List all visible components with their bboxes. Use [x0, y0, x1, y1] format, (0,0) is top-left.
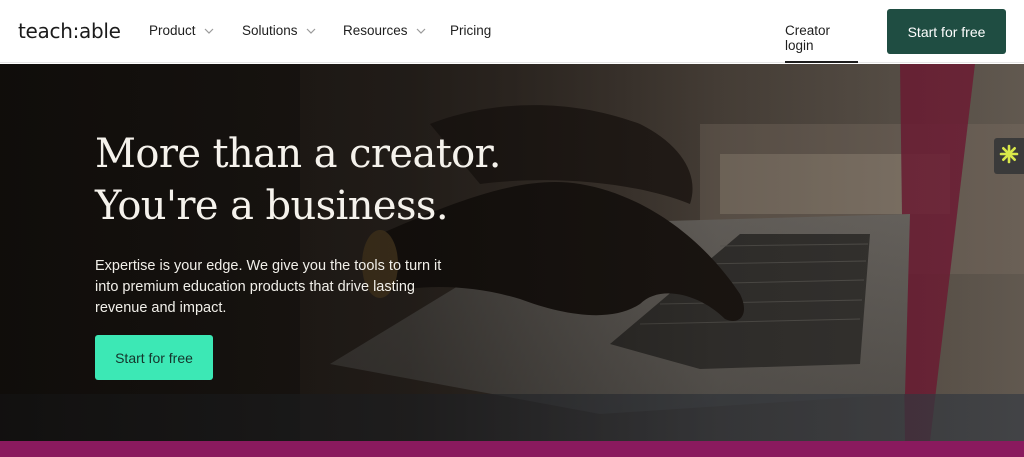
headline-line-1: More than a creator. — [95, 131, 502, 177]
nav-item-label: Solutions — [242, 23, 298, 38]
chevron-down-icon — [306, 26, 316, 36]
side-feedback-widget[interactable] — [994, 138, 1024, 174]
headline-line-2: You're a business. — [95, 183, 449, 229]
teachable-logo[interactable]: teach:able — [18, 19, 121, 43]
hero-start-for-free-button[interactable]: Start for free — [95, 335, 213, 380]
bottom-color-band — [0, 441, 1024, 457]
asterisk-flower-icon — [999, 144, 1019, 169]
hero-overlay — [0, 64, 1024, 441]
hero-headline: More than a creator. You're a business. — [95, 128, 615, 232]
top-navigation-bar: teach:able Product Solutions Resources P… — [0, 0, 1024, 63]
nav-item-label: Pricing — [450, 23, 492, 38]
creator-login-link[interactable]: Creator login — [785, 23, 858, 63]
nav-item-label: Product — [149, 23, 196, 38]
chevron-down-icon — [204, 26, 214, 36]
hero-section: More than a creator. You're a business. … — [0, 64, 1024, 441]
start-for-free-button[interactable]: Start for free — [887, 9, 1006, 54]
nav-item-pricing[interactable]: Pricing — [450, 23, 491, 38]
nav-item-solutions[interactable]: Solutions — [242, 23, 316, 38]
nav-item-product[interactable]: Product — [149, 23, 214, 38]
nav-item-resources[interactable]: Resources — [343, 23, 426, 38]
nav-item-label: Resources — [343, 23, 408, 38]
hero-subtext: Expertise is your edge. We give you the … — [95, 258, 442, 316]
chevron-down-icon — [416, 26, 426, 36]
